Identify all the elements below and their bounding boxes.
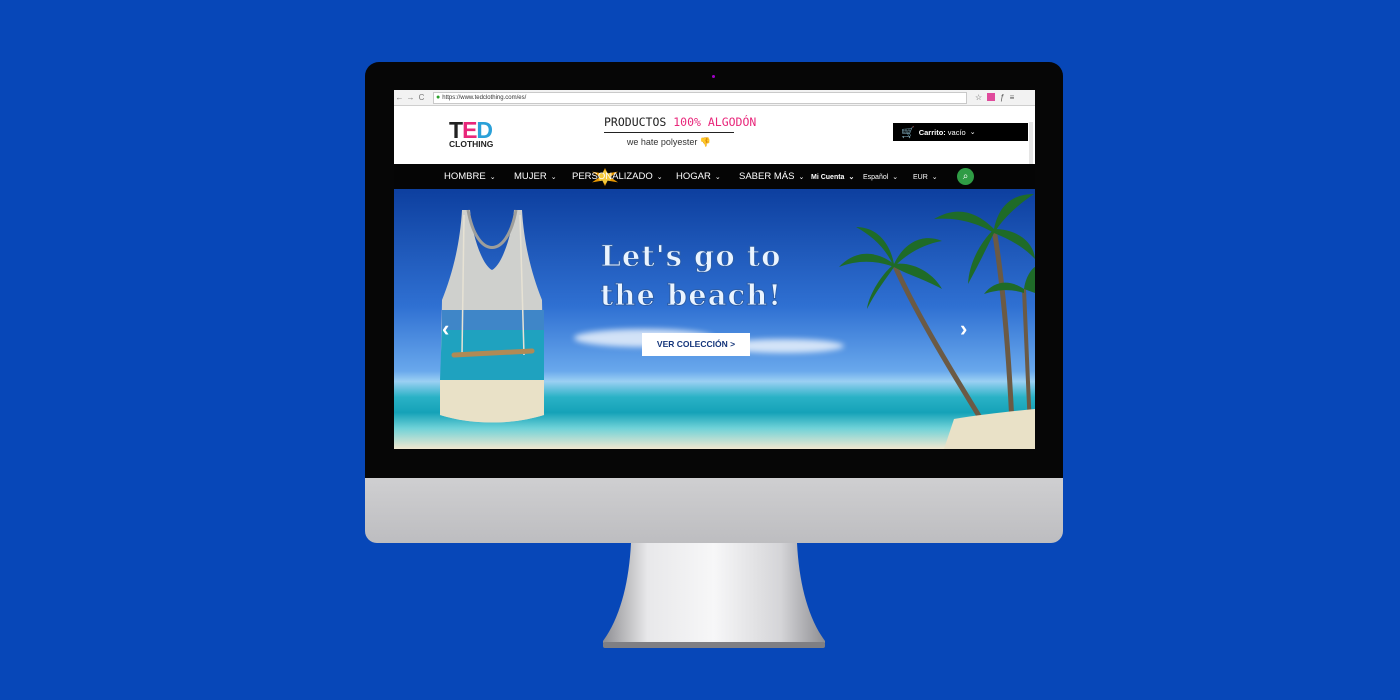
lock-icon: ● (436, 94, 441, 101)
cart-icon: 🛒 (901, 126, 915, 139)
slogan: PRODUCTOS 100% ALGODÓN we hate polyester… (604, 115, 756, 148)
chevron-down-icon: ⌄ (931, 174, 938, 181)
chevron-down-icon: ⌄ (714, 174, 721, 181)
chevron-down-icon: ⌄ (798, 174, 805, 181)
back-icon[interactable]: ← (394, 93, 405, 102)
chevron-down-icon: ⌄ (848, 174, 855, 181)
chevron-left-icon[interactable]: ‹ (442, 316, 449, 342)
monitor-stand (603, 543, 825, 648)
monitor-chin (365, 478, 1063, 543)
address-bar[interactable]: ● https://www.tedclothing.com/es/ (433, 91, 967, 104)
reload-icon[interactable]: C (416, 93, 427, 102)
main-navigation: HOMBRE ⌄ MUJER ⌄ PERSONALIZADO ⌄ HOGAR ⌄ SAB… (394, 164, 1035, 189)
search-icon[interactable]: ⌕ (957, 168, 974, 185)
fx-extension-icon[interactable]: ƒ (1000, 93, 1004, 102)
chevron-down-icon: ⌄ (489, 174, 496, 181)
browser-toolbar: ← → C ● https://www.tedclothing.com/es/ … (394, 90, 1035, 106)
chevron-down-icon: ⌄ (656, 174, 663, 181)
nav-item-hogar[interactable]: HOGAR ⌄ (676, 171, 721, 182)
browser-window: ← → C ● https://www.tedclothing.com/es/ … (394, 90, 1035, 449)
hero-title: Let's go to the beach! (599, 239, 783, 313)
extension-icon[interactable] (987, 93, 996, 101)
view-collection-button[interactable]: VER COLECCIÓN > (642, 333, 750, 356)
nav-currency[interactable]: EUR ⌄ (913, 173, 938, 181)
forward-icon[interactable]: → (405, 93, 416, 102)
nav-item-hombre[interactable]: HOMBRE ⌄ (444, 171, 496, 182)
imac-monitor: ← → C ● https://www.tedclothing.com/es/ … (365, 62, 1063, 543)
logo-subtitle: CLOTHING (449, 139, 494, 149)
chevron-down-icon: ⌄ (892, 174, 899, 181)
menu-icon[interactable]: ≡ (1010, 93, 1015, 102)
tank-top-image (440, 209, 544, 423)
chevron-right-icon[interactable]: › (960, 316, 967, 342)
logo-wordmark: TED (449, 117, 493, 143)
thumbs-down-icon: 👎 (699, 137, 712, 147)
star-icon[interactable]: ☆ (975, 93, 982, 102)
cart-label: Carrito: (918, 127, 946, 137)
browser-tools: ☆ ƒ ≡ (975, 93, 1014, 102)
slogan-headline: PRODUCTOS 100% ALGODÓN (604, 115, 756, 133)
url-text: https://www.tedclothing.com/es/ (442, 94, 527, 101)
hero-banner: Let's go to the beach! VER COLECCIÓN > ‹… (394, 189, 1035, 449)
nav-item-mujer[interactable]: MUJER ⌄ (514, 171, 557, 182)
nav-language[interactable]: Español ⌄ (863, 173, 898, 181)
site-header: TED CLOTHING PRODUCTOS 100% ALGODÓN we h… (394, 106, 1035, 180)
slogan-tagline: we hate polyester 👎 (626, 137, 712, 147)
palm-trees-image (839, 194, 1035, 449)
monitor-bezel: ← → C ● https://www.tedclothing.com/es/ … (365, 62, 1063, 478)
cart-status: vacío (947, 127, 966, 137)
chevron-down-icon: ⌄ (550, 174, 557, 181)
cart-button[interactable]: 🛒 Carrito: vacío ⌄ (893, 123, 1028, 141)
nav-account[interactable]: Mi Cuenta ⌄ (811, 173, 854, 181)
nav-item-saber-mas[interactable]: SABER MÁS ⌄ (739, 171, 804, 182)
camera (712, 75, 715, 78)
chevron-down-icon: ⌄ (969, 129, 976, 136)
site-logo[interactable]: TED CLOTHING (449, 117, 509, 149)
nav-item-personalizado[interactable]: PERSONALIZADO ⌄ (572, 171, 663, 182)
